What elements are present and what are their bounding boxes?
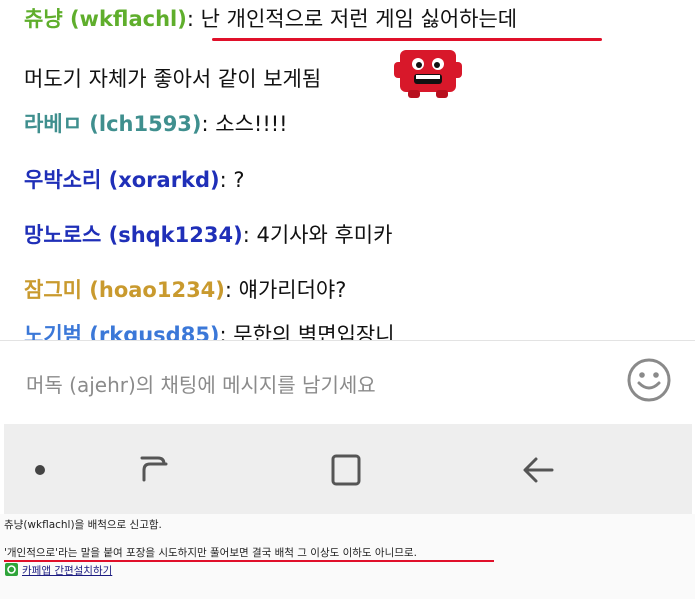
report-line: 츄냥(wkflachl)을 배척으로 신고함. bbox=[4, 519, 162, 531]
smiley-icon[interactable] bbox=[626, 357, 672, 403]
chat-separator: : bbox=[201, 112, 216, 136]
chat-text: 소스!!!! bbox=[215, 112, 288, 136]
report-reason: '개인적으로'라는 말을 붙여 포장을 시도하지만 풀어보면 결국 배척 그 이… bbox=[4, 547, 417, 559]
back-icon[interactable] bbox=[518, 450, 558, 490]
chat-text: 4기사와 후미카 bbox=[256, 223, 393, 247]
chat-message-continuation: 머도기 자체가 좋아서 같이 보게됨 bbox=[24, 67, 322, 91]
chat-username[interactable]: 잠그미 (hoao1234) bbox=[24, 278, 225, 302]
chat-separator: : bbox=[224, 278, 239, 302]
android-nav-bar bbox=[4, 424, 692, 514]
chat-input[interactable]: 머독 (ajehr)의 채팅에 메시지를 남기세요 bbox=[26, 369, 376, 398]
chat-separator: : bbox=[219, 168, 234, 192]
cafe-app-install-link[interactable]: 카페앱 간편설치하기 bbox=[22, 563, 112, 578]
chat-username[interactable]: 우박소리 (xorarkd) bbox=[24, 168, 220, 192]
report-note: 츄냥(wkflachl)을 배척으로 신고함. '개인적으로'라는 말을 붙여 … bbox=[0, 514, 695, 599]
home-icon[interactable] bbox=[326, 450, 366, 490]
chat-message: 츄냥 (wkflachl): 난 개인적으로 저런 게임 싫어하는데 bbox=[24, 4, 517, 34]
chat-username[interactable]: 망노로스 (shqk1234) bbox=[24, 223, 243, 247]
chat-text: ? bbox=[233, 168, 245, 192]
chat-separator: : bbox=[242, 223, 257, 247]
chat-username[interactable]: 츄냥 (wkflachl) bbox=[24, 7, 187, 31]
chat-log: 츄냥 (wkflachl): 난 개인적으로 저런 게임 싫어하는데 머도기 자… bbox=[0, 0, 695, 345]
chat-message: 우박소리 (xorarkd): ? bbox=[24, 165, 245, 195]
chat-message: 망노로스 (shqk1234): 4기사와 후미카 bbox=[24, 220, 392, 250]
chat-message: 라베ㅁ (lch1593): 소스!!!! bbox=[24, 109, 288, 139]
dot-icon[interactable] bbox=[20, 450, 60, 490]
chat-input-bar: 머독 (ajehr)의 채팅에 메시지를 남기세요 bbox=[0, 340, 695, 424]
chat-message: 잠그미 (hoao1234): 얘가리더야? bbox=[24, 275, 346, 305]
cafe-app-icon bbox=[5, 563, 18, 576]
chat-text: 난 개인적으로 저런 게임 싫어하는데 bbox=[200, 7, 518, 31]
chat-text: 얘가리더야? bbox=[238, 278, 347, 302]
chat-separator: : bbox=[186, 7, 201, 31]
red-underline bbox=[4, 560, 494, 562]
chat-username[interactable]: 라베ㅁ (lch1593) bbox=[24, 112, 202, 136]
red-underline bbox=[212, 38, 602, 41]
meat-boy-sticker bbox=[394, 50, 462, 98]
screenshot: 츄냥 (wkflachl): 난 개인적으로 저런 게임 싫어하는데 머도기 자… bbox=[0, 0, 695, 599]
recent-apps-icon[interactable] bbox=[134, 450, 174, 490]
